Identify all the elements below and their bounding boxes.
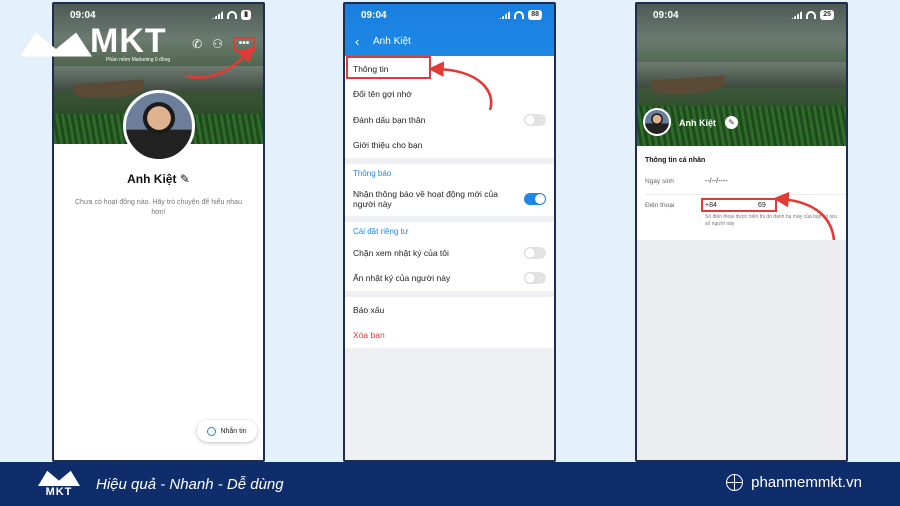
birthday-value: --/--/---- (705, 178, 728, 185)
menu-item-close-friend[interactable]: Đánh dấu bạn thân (345, 107, 554, 133)
avatar[interactable] (643, 108, 671, 136)
chat-bubble-icon (207, 426, 217, 436)
phone-label: Điện thoại (645, 202, 675, 209)
activity-empty-text: Chưa có hoạt động nào. Hãy trò chuyện để… (75, 199, 242, 216)
status-time: 09:04 (70, 9, 96, 21)
section-notifications: Thông báo (345, 164, 554, 182)
section-title: Thông tin cá nhân (645, 157, 706, 164)
add-friend-icon[interactable]: ⚇ (212, 37, 223, 51)
status-bar: 09:04 25 (637, 4, 846, 26)
menu-item-nickname[interactable]: Đổi tên gợi nhớ (345, 81, 554, 107)
options-screen: 09:04 88 ‹ Anh Kiệt Thông tin Đổi tên gợ… (343, 2, 556, 462)
more-icon[interactable]: ••• (233, 37, 255, 51)
block-diary-toggle[interactable] (524, 246, 546, 259)
notify-activity-toggle[interactable] (524, 193, 546, 205)
header-title: Anh Kiệt (373, 36, 411, 47)
personal-info-screen: 09:04 25 Anh Kiệt ✎ Thông tin cá nhân Ng… (635, 2, 848, 462)
birthday-label: Ngày sinh (645, 178, 674, 185)
call-icon[interactable]: ✆ (192, 37, 202, 51)
signal-icon (212, 11, 224, 19)
battery-icon: 25 (820, 10, 834, 20)
message-button[interactable]: Nhắn tin (197, 420, 257, 442)
personal-info-panel: Thông tin cá nhân Ngày sinh --/--/---- Đ… (637, 146, 846, 240)
back-icon[interactable]: ‹ (355, 34, 359, 49)
edit-icon[interactable]: ✎ (180, 172, 190, 186)
wifi-icon (227, 11, 238, 19)
status-bar: 09:04 88 (345, 4, 554, 26)
mkt-mark-icon (20, 32, 92, 57)
menu-item-delete-friend[interactable]: Xóa bạn (345, 322, 554, 348)
hide-diary-toggle[interactable] (524, 272, 546, 285)
globe-icon (726, 474, 744, 491)
battery-icon: ▮ (241, 10, 251, 20)
menu-item-report[interactable]: Báo xấu (345, 297, 554, 323)
highlight-box-info (346, 56, 431, 79)
wifi-icon (806, 11, 817, 19)
profile-name: Anh Kiệt ✎ (127, 172, 190, 186)
menu-item-hide-diary[interactable]: Ẩn nhật ký của người này (345, 265, 554, 291)
highlight-box-phone (701, 198, 777, 212)
menu-item-introduce[interactable]: Giới thiệu cho bạn (345, 132, 554, 158)
footer-bar: MKT Hiệu quả - Nhanh - Dễ dùng phanmemmk… (0, 462, 900, 506)
signal-icon (791, 11, 803, 19)
footer-logo: MKT (38, 468, 80, 500)
wifi-icon (514, 11, 525, 19)
footer-slogan: Hiệu quả - Nhanh - Dễ dùng (96, 475, 284, 493)
profile-screen: 09:04 ▮ ✆ ⚇ ••• Anh Kiệt ✎ Chưa có hoạt … (52, 2, 265, 462)
signal-icon (499, 11, 511, 19)
menu-item-block-diary[interactable]: Chặn xem nhật ký của tôi (345, 240, 554, 266)
profile-name: Anh Kiệt (679, 118, 716, 128)
footer-website[interactable]: phanmemmkt.vn (726, 474, 862, 491)
close-friend-toggle[interactable] (524, 113, 546, 126)
phone-hint: Số điện thoại được hiển thị do danh bạ m… (705, 214, 837, 227)
battery-icon: 88 (528, 10, 542, 20)
menu-item-notify-activity[interactable]: Nhận thông báo về hoạt động mới của ngườ… (345, 182, 554, 216)
mkt-logo: MKT Phần mềm Marketing 0 đồng (20, 22, 170, 63)
avatar[interactable] (123, 90, 195, 162)
section-privacy: Cài đặt riêng tư (345, 222, 554, 240)
edit-icon[interactable]: ✎ (725, 116, 738, 129)
mkt-mark-icon (38, 470, 80, 486)
